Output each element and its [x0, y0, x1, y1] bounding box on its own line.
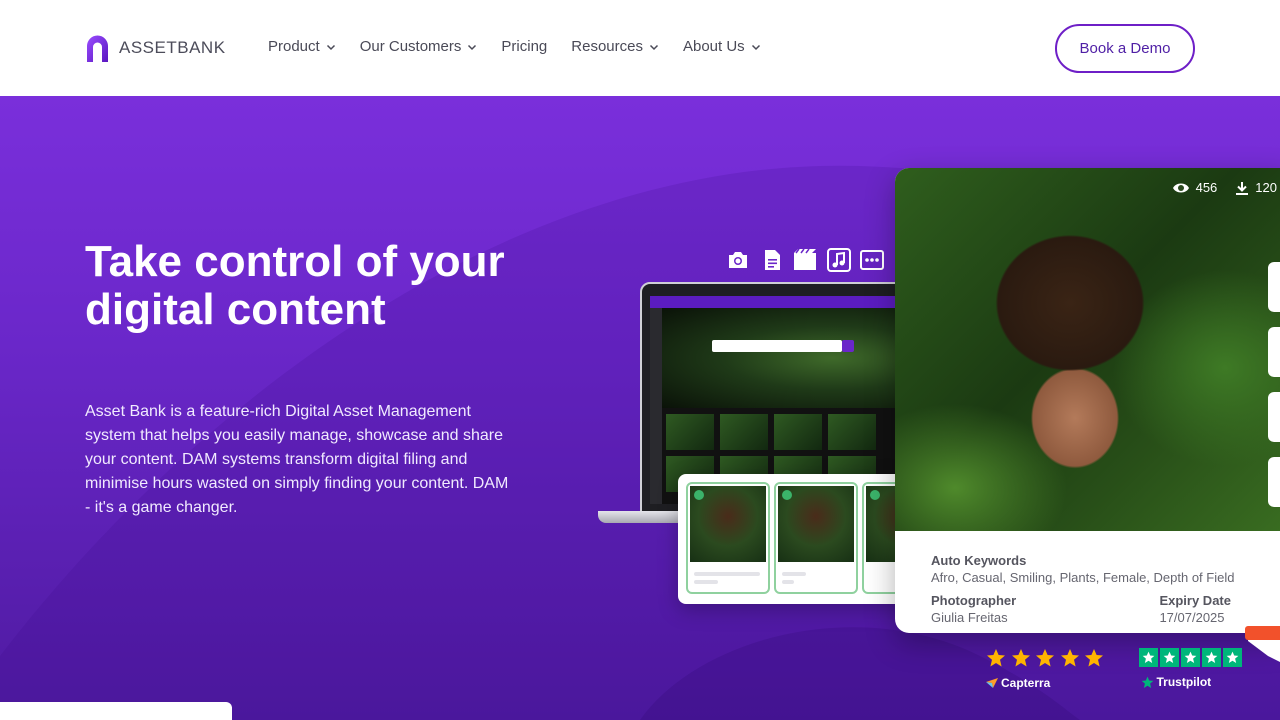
nav-item-resources[interactable]: Resources — [571, 38, 659, 55]
placeholder-line — [782, 572, 806, 576]
nav-label: Our Customers — [359, 38, 462, 55]
asset-stats: 456 120 — [1172, 180, 1280, 195]
hero-title: Take control of your digital content — [85, 237, 505, 334]
star-icon — [1060, 649, 1079, 667]
photographer-value: Giulia Freitas — [931, 610, 1008, 625]
trustpilot-logo: Trustpilot — [1141, 675, 1244, 689]
book-demo-button[interactable]: Book a Demo — [1055, 24, 1195, 73]
camera-icon — [729, 252, 747, 268]
nav-item-product[interactable]: Product — [268, 38, 336, 55]
side-tabs — [1268, 262, 1280, 522]
laptop-screen — [650, 296, 906, 504]
nav-label: Product — [268, 38, 320, 55]
star-icon — [1011, 649, 1030, 667]
check-icon — [782, 490, 792, 500]
asset-cards-strip — [678, 474, 918, 604]
auto-keywords-value: Afro, Casual, Smiling, Plants, Female, D… — [931, 570, 1235, 585]
star-icon — [1201, 648, 1221, 667]
capterra-rating[interactable]: Capterra — [986, 648, 1109, 690]
chevron-down-icon — [326, 44, 335, 50]
expiry-value: 17/07/2025 — [1159, 610, 1225, 625]
thumbnail — [828, 414, 876, 450]
downloads-stat: 120 — [1235, 180, 1277, 195]
app-topbar — [650, 296, 906, 308]
downloads-count: 120 — [1255, 180, 1277, 195]
side-tab[interactable] — [1268, 262, 1280, 312]
meta-row: Photographer Giulia Freitas Expiry Date … — [931, 593, 1231, 625]
star-icon — [1180, 648, 1200, 667]
check-icon — [694, 490, 704, 500]
trustpilot-stars — [1138, 648, 1244, 667]
trustpilot-rating[interactable]: Trustpilot — [1138, 648, 1244, 690]
nav-item-about-us[interactable]: About Us — [683, 38, 761, 55]
asset-mini-card — [686, 482, 770, 594]
file-type-icons — [726, 248, 894, 272]
cookie-banner-tab[interactable] — [0, 702, 232, 720]
nav-label: About Us — [682, 38, 745, 55]
side-tab[interactable] — [1268, 327, 1280, 377]
star-icon — [1159, 648, 1179, 667]
site-header: ASSETBANK Product Our Customers Pricing … — [0, 0, 1280, 96]
thumbnail — [720, 414, 768, 450]
search-icon — [842, 340, 854, 352]
photographer-label: Photographer — [931, 593, 1017, 608]
video-icon — [794, 248, 816, 270]
download-icon — [1236, 181, 1249, 195]
more-icon — [860, 250, 884, 270]
assetbank-logo-icon — [87, 35, 108, 62]
placeholder-line — [694, 572, 760, 576]
capterra-stars — [986, 648, 1109, 668]
logo-text: ASSETBANK — [119, 38, 226, 57]
asset-metadata: Auto Keywords Afro, Casual, Smiling, Pla… — [931, 553, 1235, 625]
side-tab[interactable] — [1268, 392, 1280, 442]
hero-description: Asset Bank is a feature-rich Digital Ass… — [85, 403, 509, 516]
hero-section: Take control of your digital content Ass… — [0, 96, 1280, 720]
app-sidebar — [650, 308, 662, 504]
capterra-name: Capterra — [1001, 676, 1051, 690]
star-icon — [987, 649, 1005, 667]
main-nav: Product Our Customers Pricing Resources … — [268, 38, 785, 55]
expiry-field: Expiry Date 17/07/2025 — [1159, 593, 1231, 625]
trustpilot-star-icon — [1141, 676, 1153, 688]
capterra-icon — [986, 678, 998, 688]
nav-item-pricing[interactable]: Pricing — [501, 38, 547, 55]
expiry-label: Expiry Date — [1159, 593, 1231, 608]
asset-mini-card — [774, 482, 858, 594]
views-count: 456 — [1195, 180, 1218, 195]
review-ratings: Capterra Trustpilot — [986, 648, 1274, 690]
star-icon — [1222, 648, 1242, 667]
placeholder-line — [694, 580, 718, 584]
nav-label: Resources — [571, 38, 643, 55]
trustpilot-name: Trustpilot — [1156, 675, 1212, 689]
placeholder-line — [782, 580, 794, 584]
award-badge-ribbon — [1245, 626, 1280, 640]
chevron-down-icon — [751, 44, 760, 50]
app-search-bar — [712, 340, 842, 352]
thumbnail — [774, 414, 822, 450]
check-icon — [870, 490, 880, 500]
nav-label: Pricing — [501, 38, 548, 55]
side-tab[interactable] — [1268, 457, 1280, 507]
app-hero-image — [662, 308, 906, 408]
asset-detail-card: 456 120 Auto Keywords Afro, Casual, Smil… — [895, 168, 1280, 633]
photographer-field: Photographer Giulia Freitas — [931, 593, 1016, 625]
nav-item-our-customers[interactable]: Our Customers — [360, 38, 478, 55]
auto-keywords-label: Auto Keywords — [931, 553, 1027, 568]
chevron-down-icon — [468, 44, 477, 50]
star-icon — [1085, 649, 1103, 667]
star-icon — [1138, 648, 1158, 667]
document-icon — [764, 250, 780, 270]
views-stat: 456 — [1172, 180, 1218, 195]
music-icon — [826, 248, 851, 272]
asset-photo — [895, 168, 1280, 531]
assetbank-logo[interactable]: ASSETBANK — [85, 34, 226, 62]
chevron-down-icon — [649, 44, 658, 50]
capterra-logo: Capterra — [986, 676, 1109, 690]
thumbnail — [666, 414, 714, 450]
eye-icon — [1172, 183, 1189, 192]
star-icon — [1036, 649, 1054, 667]
